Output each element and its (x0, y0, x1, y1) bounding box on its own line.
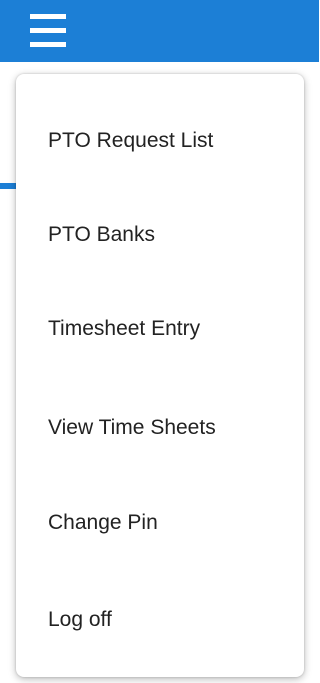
hamburger-menu-icon[interactable] (30, 12, 66, 52)
active-tab-underline (0, 183, 16, 189)
menu-item-pto-request-list[interactable]: PTO Request List (16, 121, 304, 161)
hamburger-line (30, 42, 66, 47)
menu-item-log-off[interactable]: Log off (16, 600, 304, 640)
hamburger-line (30, 28, 66, 33)
navigation-dropdown-menu: PTO Request List PTO Banks Timesheet Ent… (16, 74, 304, 677)
hamburger-line (30, 14, 66, 19)
menu-item-timesheet-entry[interactable]: Timesheet Entry (16, 309, 304, 349)
page: PTO Request List PTO Banks Timesheet Ent… (0, 0, 319, 683)
menu-item-view-time-sheets[interactable]: View Time Sheets (16, 408, 304, 448)
top-navigation-bar (0, 0, 319, 62)
menu-item-change-pin[interactable]: Change Pin (16, 503, 304, 543)
menu-item-pto-banks[interactable]: PTO Banks (16, 215, 304, 255)
